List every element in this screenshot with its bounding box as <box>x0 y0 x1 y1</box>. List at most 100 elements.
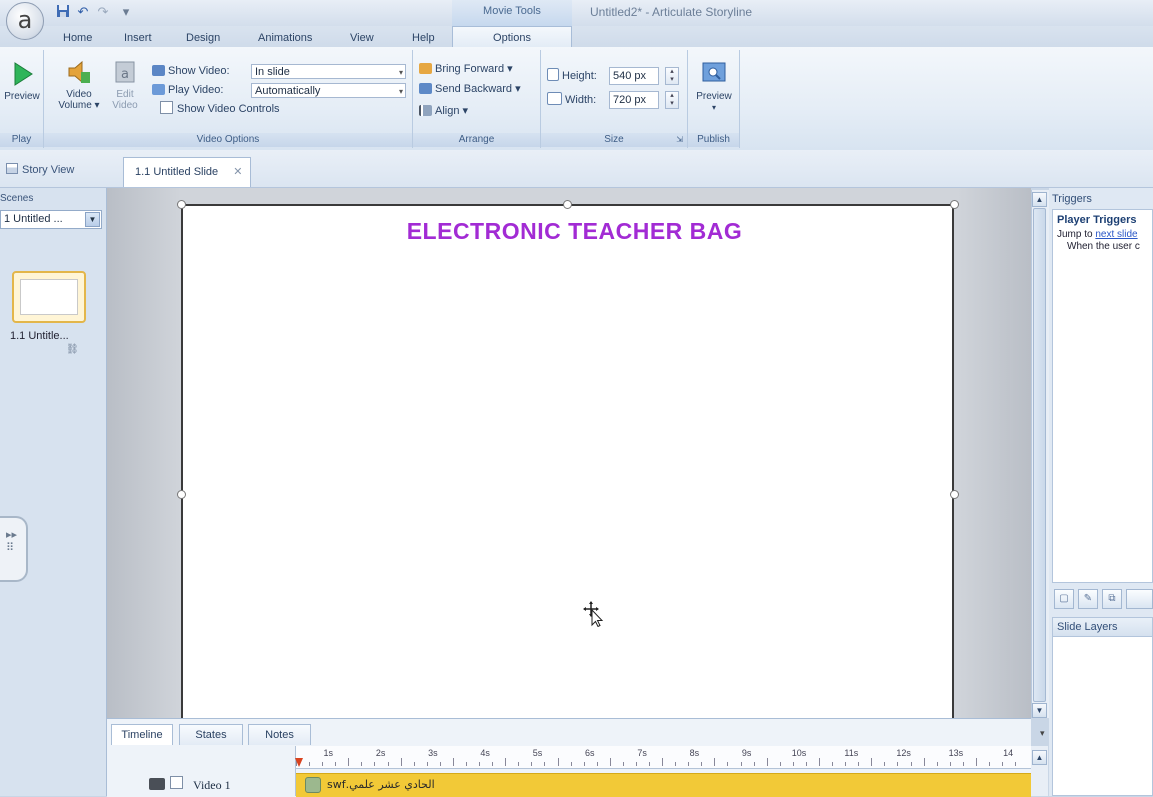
ruler-tick <box>662 758 664 766</box>
close-icon[interactable]: ✕ <box>233 166 242 178</box>
window-title: Untitled2* - Articulate Storyline <box>590 5 753 19</box>
play-video-label: Play Video: <box>168 84 224 96</box>
ruler-tick <box>1002 762 1004 766</box>
width-input[interactable]: 720 px <box>609 91 659 109</box>
scrollbar-thumb[interactable] <box>1033 208 1046 702</box>
width-spinner[interactable]: ▴ ▾ <box>665 91 679 109</box>
send-backward-button[interactable]: Send Backward ▾ <box>419 80 521 98</box>
trigger-condition: When the user c <box>1067 241 1140 252</box>
slide-layers-list <box>1052 637 1153 796</box>
tab-help[interactable]: Help <box>412 30 435 46</box>
ruler-label: 12s <box>896 748 911 758</box>
chevron-down-icon: ▾ <box>711 103 716 112</box>
slide-canvas[interactable] <box>181 204 954 724</box>
chevron-down-icon[interactable]: ▾ <box>1040 728 1045 739</box>
height-spinner[interactable]: ▴ ▾ <box>665 67 679 85</box>
track-media-name: الحادي عشر علمي.swf <box>327 778 435 791</box>
ruler-tick <box>884 762 886 766</box>
ruler-tick <box>936 762 938 766</box>
play-video-select[interactable]: Automatically ▾ <box>251 83 406 98</box>
ruler-tick <box>962 762 964 766</box>
ruler-tick <box>727 762 729 766</box>
play-group-label: Play <box>0 133 43 147</box>
scenes-header: Scenes <box>0 193 34 204</box>
dialog-launcher-icon[interactable]: ⇲ <box>676 133 683 147</box>
preview-button[interactable]: Preview <box>2 60 42 102</box>
tab-states[interactable]: States <box>179 724 243 745</box>
grip-icon: ⠿ <box>6 542 14 554</box>
scroll-down-button[interactable]: ▼ <box>1032 703 1047 718</box>
redo-icon[interactable]: ↷ <box>95 4 111 20</box>
ruler-tick <box>740 762 742 766</box>
ruler-tick <box>335 762 337 766</box>
ruler-tick <box>544 762 546 766</box>
show-video-controls-row[interactable]: Show Video Controls <box>160 100 280 118</box>
resize-handle[interactable] <box>950 200 959 209</box>
video-camera-icon[interactable] <box>149 778 165 790</box>
new-trigger-icon[interactable]: ▢ <box>1054 589 1074 609</box>
ruler-tick <box>701 762 703 766</box>
tab-slide[interactable]: 1.1 Untitled Slide ✕ <box>123 157 251 187</box>
bring-forward-button[interactable]: Bring Forward ▾ <box>419 60 513 78</box>
trigger-target-link[interactable]: next slide <box>1095 229 1137 240</box>
show-video-controls-checkbox[interactable] <box>160 101 173 114</box>
undo-icon[interactable]: ↶ <box>75 4 91 20</box>
timeline-scrollbar[interactable]: ▲ <box>1031 746 1048 796</box>
panel-collapse-handle[interactable]: ▸▸ ⠿ <box>0 516 28 582</box>
ruler-label: 2s <box>375 748 386 758</box>
show-video-select[interactable]: In slide ▾ <box>251 64 406 79</box>
size-group: Height: 540 px ▴ ▾ Width: 720 px ▴ ▾ Size … <box>541 50 688 148</box>
resize-handle[interactable] <box>177 200 186 209</box>
more-trigger-icon[interactable] <box>1126 589 1153 609</box>
preview-monitor-icon <box>700 60 728 88</box>
slide-title-text[interactable]: ELECTRONIC TEACHER BAG <box>181 218 954 245</box>
height-row: Height: <box>547 67 597 85</box>
ruler-tick <box>779 762 781 766</box>
scene-select[interactable]: 1 Untitled ... ▼ <box>0 210 102 229</box>
ruler-tick <box>988 762 990 766</box>
track-visibility-checkbox[interactable] <box>170 776 183 789</box>
resize-handle[interactable] <box>950 490 959 499</box>
send-backward-icon <box>419 83 432 94</box>
tab-view[interactable]: View <box>350 30 374 46</box>
align-button[interactable]: Align ▾ <box>419 102 468 120</box>
scroll-up-button[interactable]: ▲ <box>1032 750 1047 765</box>
video-volume-label: Video Volume ▾ <box>58 89 100 111</box>
ruler-tick <box>413 762 415 766</box>
ruler-label: 5s <box>532 748 543 758</box>
preview-label: Preview <box>4 91 40 102</box>
customize-quick-access-icon[interactable]: ▾ <box>118 4 134 20</box>
tab-insert[interactable]: Insert <box>124 30 152 46</box>
height-input[interactable]: 540 px <box>609 67 659 85</box>
edit-trigger-icon[interactable]: ✎ <box>1078 589 1098 609</box>
ruler-tick <box>622 762 624 766</box>
save-icon[interactable] <box>55 4 71 20</box>
track-label[interactable]: Video 1 <box>193 778 231 793</box>
arrange-group-label: Arrange <box>413 133 540 147</box>
tab-story-view[interactable]: Story View <box>6 163 74 176</box>
tab-design[interactable]: Design <box>186 30 220 46</box>
playhead-marker[interactable] <box>295 758 303 767</box>
ruler-label: 4s <box>480 748 490 758</box>
align-icon <box>419 105 432 116</box>
slide-thumbnail[interactable] <box>12 271 86 323</box>
chevron-down-icon[interactable]: ▼ <box>85 212 100 227</box>
scroll-up-button[interactable]: ▲ <box>1032 192 1047 207</box>
tab-notes[interactable]: Notes <box>248 724 311 745</box>
video-volume-button[interactable]: Video Volume ▾ <box>58 58 100 111</box>
resize-handle[interactable] <box>563 200 572 209</box>
tab-home[interactable]: Home <box>63 30 92 46</box>
height-icon <box>547 68 559 81</box>
width-row: Width: <box>547 91 596 109</box>
tab-animations[interactable]: Animations <box>258 30 312 46</box>
ruler-tick <box>557 758 559 766</box>
publish-preview-button[interactable]: Preview ▾ <box>692 60 736 113</box>
trigger-item[interactable]: Jump to next slide <box>1057 229 1148 240</box>
edit-video-button[interactable]: a Edit Video <box>108 58 142 111</box>
copy-trigger-icon[interactable]: ⧉ <box>1102 589 1122 609</box>
tab-timeline[interactable]: Timeline <box>111 724 173 745</box>
application-button[interactable]: a <box>6 2 44 40</box>
timeline-ruler[interactable]: 1s 2s 3s 4s 5s 6s 7s 8s 9s 10s 11s 12s 13s 14 <box>296 746 1031 769</box>
resize-handle[interactable] <box>177 490 186 499</box>
tab-options[interactable]: Options <box>452 26 572 47</box>
